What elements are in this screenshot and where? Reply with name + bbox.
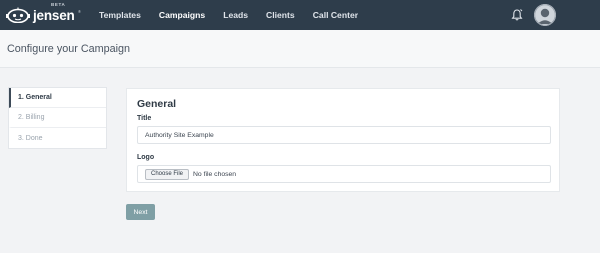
choose-file-button[interactable]: Choose File (145, 168, 190, 180)
nav-clients[interactable]: Clients (266, 10, 295, 20)
step-done[interactable]: 3. Done (9, 128, 106, 148)
file-status: No file chosen (193, 170, 237, 178)
next-button[interactable]: Next (126, 204, 155, 220)
section-title: General (137, 98, 177, 110)
brand-logo[interactable]: BETA jensen ® (6, 2, 86, 27)
beta-label: BETA (51, 2, 66, 7)
brand-name: jensen (33, 8, 75, 23)
wizard-steps: 1. General 2. Billing 3. Done (8, 87, 107, 149)
page-header: Configure your Campaign (0, 30, 600, 68)
logo-label: Logo (137, 154, 155, 161)
nav-call-center[interactable]: Call Center (313, 10, 358, 20)
avatar[interactable] (534, 4, 556, 26)
title-input[interactable]: Authority Site Example (137, 126, 551, 144)
nav-campaigns[interactable]: Campaigns (159, 10, 205, 20)
nav-templates[interactable]: Templates (99, 10, 141, 20)
general-form-card: General Title Authority Site Example Log… (126, 88, 560, 192)
main-nav: Templates Campaigns Leads Clients Call C… (99, 0, 376, 30)
logo-file-input[interactable]: Choose File No file chosen (137, 165, 551, 183)
step-billing[interactable]: 2. Billing (9, 108, 106, 128)
step-general[interactable]: 1. General (9, 88, 106, 108)
bell-icon[interactable] (510, 8, 524, 22)
robot-mascot-icon (6, 7, 30, 23)
top-navbar: BETA jensen ® Templates Campaigns Leads … (0, 0, 600, 30)
avatar-icon (534, 4, 556, 26)
title-label: Title (137, 115, 152, 122)
nav-leads[interactable]: Leads (223, 10, 248, 20)
page-title: Configure your Campaign (7, 43, 131, 55)
trademark-symbol: ® (78, 9, 81, 14)
